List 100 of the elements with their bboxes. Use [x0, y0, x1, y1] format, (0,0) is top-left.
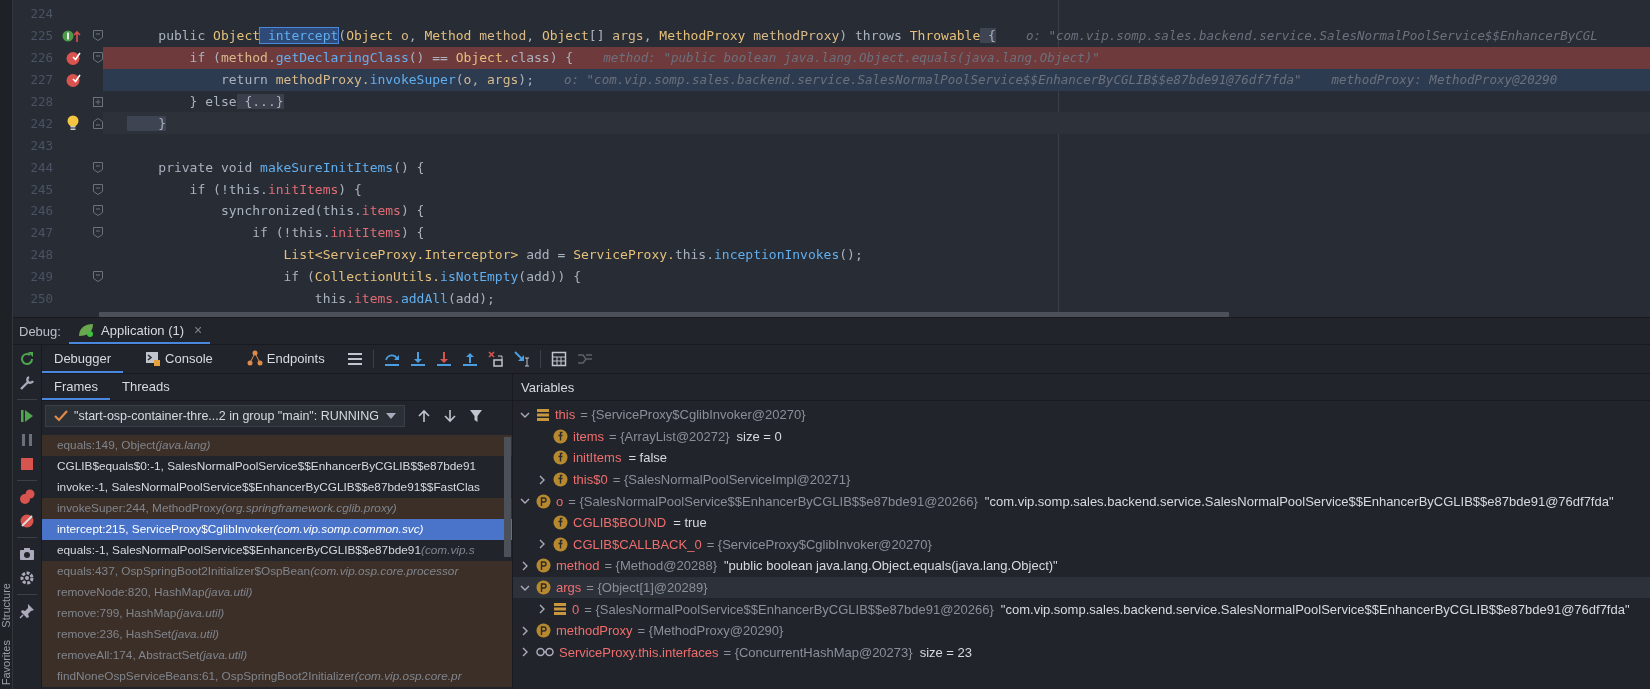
fold-minus-icon[interactable] — [93, 183, 103, 195]
caret-icon — [386, 413, 396, 419]
frame-item[interactable]: removeAll:174, AbstractSet(java.util) — [42, 645, 512, 666]
frame-item[interactable]: findNoneOspServiceBeans:61, OspSpringBoot2Initializer(com.vip.osp.core.pr — [42, 666, 512, 687]
list-icon — [553, 602, 567, 617]
inline-hint: methodProxy: MethodProxy@20290 — [1331, 72, 1558, 88]
chevron-right-icon[interactable] — [537, 604, 547, 615]
wrench-icon[interactable] — [19, 375, 35, 391]
panel-title: Debug: — [18, 323, 62, 339]
parameter-icon — [536, 623, 551, 639]
mute-breakpoints-icon[interactable] — [19, 513, 35, 529]
resume-icon[interactable] — [19, 408, 35, 424]
variable-row[interactable]: items = {ArrayList@20272} size = 0 — [513, 425, 1650, 448]
breakpoints-icon[interactable] — [19, 489, 35, 505]
variable-row[interactable]: CGLIB$CALLBACK_0 = {ServiceProxy$CglibInvoker@20270} — [513, 533, 1650, 556]
menu-icon[interactable] — [346, 352, 363, 366]
graph-icon — [246, 350, 263, 366]
fold-minus-icon[interactable] — [93, 30, 103, 42]
frame-item[interactable]: removeNode:820, HashMap(java.util) — [42, 582, 512, 603]
parameter-icon — [536, 558, 551, 574]
panel-title: Variables — [521, 379, 575, 395]
tab[interactable]: Debugger — [42, 345, 124, 373]
inline-hint: method: "public boolean java.lang.Object.equals(java.lang.Object)" — [603, 50, 1100, 66]
camera-icon[interactable] — [19, 546, 35, 562]
field-icon — [553, 515, 568, 531]
thread-dropdown[interactable]: "start-osp-container-thre...2 in group "main": RUNNING — [45, 405, 405, 427]
glasses-icon — [536, 647, 554, 658]
variable-row[interactable]: initItems = false — [513, 447, 1650, 469]
code-line: this.items.addAll(add); — [313, 291, 495, 306]
rerun-icon[interactable] — [19, 351, 35, 367]
variable-row[interactable]: o = {SalesNormalPoolService$$EnhancerByCGLIB$$e87bde91@20266} "com.vip.somp.sales.backend.service.SalesNormalPoolService$$EnhancerByCGLIB$$e87bde91@76df7fda" — [513, 490, 1650, 512]
frame-item[interactable]: remove:236, HashSet(java.util) — [42, 624, 512, 645]
session-tab[interactable]: Application (1) × — [69, 318, 211, 344]
tab[interactable]: Console — [133, 345, 225, 373]
inline-hint: o: "com.vip.somp.sales.backend.service.SalesNormalPoolService$$EnhancerByCGLIB$$e87bde91@76df7fda" — [564, 72, 1302, 88]
down-arrow-icon[interactable] — [409, 351, 426, 367]
close-button[interactable]: × — [194, 322, 203, 338]
down-arrow-icon[interactable] — [443, 409, 457, 423]
cursor-arrow-icon[interactable] — [513, 351, 530, 367]
calculator-icon[interactable] — [550, 351, 567, 367]
chevron-right-icon[interactable] — [537, 474, 547, 485]
fold-minus-icon[interactable] — [93, 271, 103, 283]
pin-icon[interactable] — [19, 603, 35, 619]
variable-row[interactable]: ServiceProxy.this.interfaces = {ConcurrentHashMap@20273} size = 23 — [513, 641, 1650, 664]
fold-plus-icon[interactable] — [93, 96, 103, 107]
field-icon — [553, 450, 568, 466]
field-icon — [553, 536, 568, 552]
chevron-right-icon[interactable] — [520, 560, 530, 571]
drop-frame-icon[interactable] — [487, 351, 504, 367]
variable-row[interactable]: this$0 = {SalesNormalPoolServiceImpl@20271} — [513, 468, 1650, 491]
leaf-icon — [77, 322, 95, 338]
down-arrow-icon[interactable] — [435, 351, 452, 367]
variable-row[interactable]: 0 = {SalesNormalPoolService$$EnhancerByCGLIB$$e87bde91@20266} "com.vip.somp.sales.backend.service.SalesNormalPoolService$$EnhancerByCGLIB$$e87bde91@76df7fda" — [513, 598, 1650, 620]
fold-minus-icon[interactable] — [93, 227, 103, 239]
up-arrow-icon[interactable] — [461, 351, 478, 367]
chevron-right-icon[interactable] — [520, 647, 530, 658]
parameter-icon — [536, 493, 551, 509]
variable-row[interactable]: args = {Object[1]@20289} — [513, 576, 1650, 599]
tab[interactable]: Endpoints — [234, 345, 337, 373]
inline-hint: o: "com.vip.somp.sales.backend.service.SalesNormalPoolService$$EnhancerByCGL — [1025, 28, 1598, 44]
code-line: if (CollectionUtils.isNotEmpty(add)) { — [282, 269, 581, 285]
chevron-right-icon[interactable] — [520, 625, 530, 636]
scrollbar[interactable] — [99, 312, 1229, 317]
gear-icon[interactable] — [19, 570, 35, 586]
code-line: return methodProxy.invokeSuper(o, args); — [219, 72, 534, 88]
code-line: if (!this.initItems) { — [188, 181, 362, 197]
code-line: if (!this.initItems) { — [251, 225, 425, 241]
parameter-icon — [536, 580, 551, 596]
variable-row[interactable]: CGLIB$BOUND = true — [513, 511, 1650, 534]
lightbulb-icon[interactable] — [67, 115, 79, 132]
variable-row[interactable]: methodProxy = {MethodProxy@20290} — [513, 619, 1650, 642]
tab[interactable]: Threads — [110, 374, 182, 400]
fold-minus-icon[interactable] — [93, 161, 103, 173]
frame-item[interactable]: intercept:215, ServiceProxy$CglibInvoker(com.vip.somp.common.svc) — [42, 519, 512, 540]
side-tab[interactable]: Structure — [0, 583, 12, 628]
tab[interactable]: Frames — [42, 374, 111, 400]
side-tab[interactable]: Favorites — [0, 639, 12, 685]
frame-item[interactable]: invokeSuper:244, MethodProxy(org.springframework.cglib.proxy) — [42, 498, 512, 519]
frame-item[interactable]: remove:799, HashMap(java.util) — [42, 603, 512, 624]
fold-end-icon[interactable] — [93, 117, 103, 129]
code-line: private void makeSureInitItems() { — [157, 159, 425, 175]
frame-item[interactable]: equals:149, Object(java.lang) — [42, 435, 512, 456]
code-line: List<ServiceProxy.Interceptor> add = ServiceProxy.this.inceptionInvokes(); — [282, 247, 863, 263]
filter-icon[interactable] — [469, 409, 483, 423]
breakpoint-icon[interactable] — [65, 49, 81, 66]
variable-row[interactable]: method = {Method@20288} "public boolean java.lang.Object.equals(java.lang.Object)" — [513, 555, 1650, 577]
pause-icon[interactable] — [19, 432, 35, 448]
curved-arrow-icon[interactable] — [383, 351, 400, 367]
code-line: public Object intercept(Object o, Method method, Object[] args, MethodProxy methodProxy) throws Throwable { — [157, 28, 996, 44]
check-icon — [54, 410, 68, 422]
up-arrow-icon[interactable] — [417, 409, 431, 423]
fold-minus-icon[interactable] — [93, 52, 103, 64]
chevron-right-icon[interactable] — [537, 539, 547, 550]
scrollbar[interactable] — [504, 437, 511, 557]
fold-minus-icon[interactable] — [93, 205, 103, 217]
code-line: } else {...} — [188, 94, 284, 109]
breakpoint-icon[interactable] — [65, 71, 81, 88]
frame-item[interactable]: equals:437, OspSpringBoot2Initializer$OspBean(com.vip.osp.core.processor — [42, 561, 512, 582]
stop-icon[interactable] — [19, 456, 35, 472]
variable-row[interactable]: this = {ServiceProxy$CglibInvoker@20270} — [513, 404, 1650, 426]
